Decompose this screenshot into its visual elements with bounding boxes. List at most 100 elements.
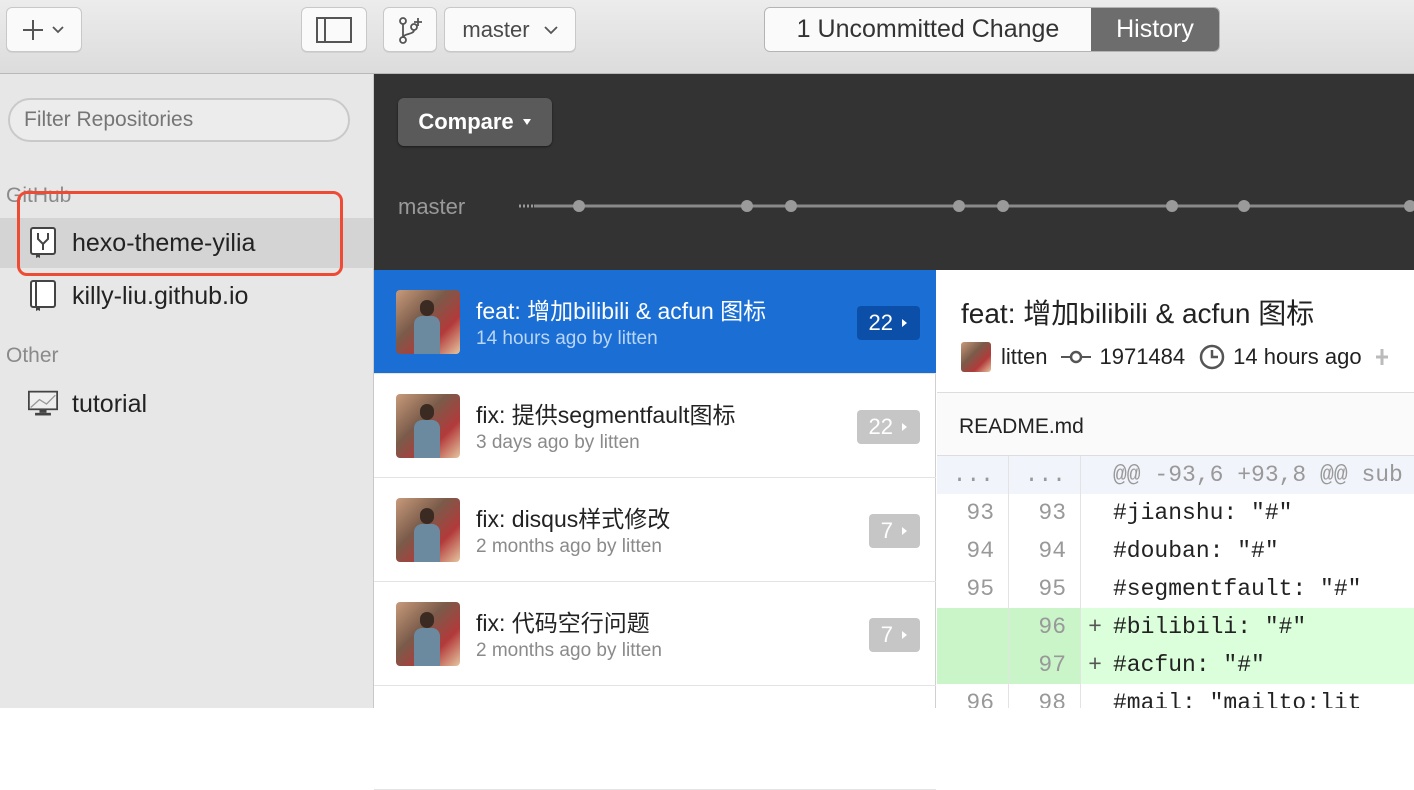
new-line-number: 97 <box>1009 646 1081 684</box>
commit-node[interactable] <box>741 200 753 212</box>
changed-files-count: 7 <box>880 518 893 543</box>
commit-node[interactable] <box>1166 200 1178 212</box>
commit-row[interactable]: fix: 代码空行问题 2 months ago by litten 7 <box>374 582 936 686</box>
new-line-number: 93 <box>1009 494 1081 532</box>
commit-list: feat: 增加bilibili & acfun 图标 14 hours ago… <box>374 270 936 790</box>
changed-files-badge[interactable]: 7 <box>868 514 920 548</box>
commit-title: fix: 代码空行问题 <box>476 610 650 636</box>
diff-view: ...... @@ -93,6 +93,8 @@ sub 93 93 #jianshu… <box>937 456 1414 708</box>
diff-line-added: 96 + #bilibili: "#" <box>937 608 1414 646</box>
new-line-number: 94 <box>1009 532 1081 570</box>
diff-code: #bilibili: "#" <box>1113 614 1307 640</box>
changed-files-badge[interactable]: 22 <box>856 306 920 340</box>
commit-node[interactable] <box>573 200 585 212</box>
monitor-icon <box>28 388 58 420</box>
diff-code: #jianshu: "#" <box>1113 500 1293 526</box>
sidebar-item-killy-liu-github-io[interactable]: killy-liu.github.io <box>0 271 373 321</box>
diff-code: #mail: "mailto:lit <box>1113 690 1362 708</box>
repository-sidebar: GitHub hexo-theme-yilia killy-liu.github… <box>0 74 374 708</box>
changed-files-count: 22 <box>868 310 893 335</box>
changed-files-count: 22 <box>868 414 893 439</box>
old-line-number: 94 <box>937 532 1009 570</box>
old-line-number: 93 <box>937 494 1009 532</box>
commit-detail-title: feat: 增加bilibili & acfun 图标 <box>961 298 1315 329</box>
tab-history[interactable]: History <box>1091 8 1219 51</box>
commit-node[interactable] <box>785 200 797 212</box>
diff-code: #segmentfault: "#" <box>1113 576 1362 602</box>
create-branch-button[interactable] <box>383 7 437 52</box>
chevron-down-icon <box>543 25 558 34</box>
branch-select[interactable]: master <box>444 7 576 52</box>
commit-icon <box>1061 350 1092 364</box>
timeline-branch-label: master <box>398 194 466 219</box>
view-mode-segmented-control: 1 Uncommitted Change History <box>764 7 1220 52</box>
commit-node[interactable] <box>953 200 965 212</box>
commit-node[interactable] <box>1404 200 1414 212</box>
clock-icon <box>1199 344 1225 370</box>
compare-button[interactable]: Compare <box>398 98 552 146</box>
branch-select-label: master <box>462 16 530 42</box>
commit-meta: 3 days ago by litten <box>476 432 640 453</box>
old-line-number: 95 <box>937 570 1009 608</box>
old-line-number <box>937 646 1009 684</box>
new-line-number: ... <box>1009 456 1081 494</box>
toggle-sidebar-button[interactable] <box>301 7 367 52</box>
compare-button-label: Compare <box>418 109 514 134</box>
diff-line: 93 93 #jianshu: "#" <box>937 494 1414 532</box>
diff-file-name: README.md <box>959 415 1084 438</box>
commit-graph <box>519 200 1414 212</box>
caret-right-icon <box>902 527 907 535</box>
commit-row[interactable] <box>374 686 936 790</box>
plus-icon <box>23 19 64 40</box>
diff-line: 96 98 #mail: "mailto:lit <box>937 684 1414 708</box>
new-line-number: 96 <box>1009 608 1081 646</box>
sidebar-item-label: killy-liu.github.io <box>72 281 249 310</box>
commit-row[interactable]: fix: disqus样式修改 2 months ago by litten 7 <box>374 478 936 582</box>
avatar <box>396 290 460 354</box>
toolbar: master 1 Uncommitted Change History <box>0 0 1414 74</box>
changed-files-count: 7 <box>880 622 893 647</box>
avatar <box>961 342 991 372</box>
caret-right-icon <box>902 423 907 431</box>
commit-node[interactable] <box>1238 200 1250 212</box>
changed-files-badge[interactable]: 22 <box>856 410 920 444</box>
avatar <box>396 498 460 562</box>
old-line-number: 96 <box>937 684 1009 708</box>
diff-sign: + <box>1088 652 1102 678</box>
filter-repositories-input[interactable] <box>8 98 350 142</box>
avatar <box>396 602 460 666</box>
add-repository-button[interactable] <box>6 7 82 52</box>
diff-line: 95 95 #segmentfault: "#" <box>937 570 1414 608</box>
selection-highlight-annotation <box>17 191 343 276</box>
commit-detail: feat: 增加bilibili & acfun 图标 litten 19714… <box>937 270 1414 708</box>
new-line-number: 98 <box>1009 684 1081 708</box>
diff-line-added: 97 + #acfun: "#" <box>937 646 1414 684</box>
branch-icon <box>399 16 422 44</box>
diff-sign: + <box>1088 614 1102 640</box>
commit-meta: 2 months ago by litten <box>476 640 662 661</box>
branch-timeline: Compare master <box>374 74 1414 270</box>
old-line-number <box>937 608 1009 646</box>
repo-book-icon <box>28 280 58 312</box>
commit-title: fix: disqus样式修改 <box>476 506 671 532</box>
sidebar-item-tutorial[interactable]: tutorial <box>0 379 373 429</box>
new-line-number: 95 <box>1009 570 1081 608</box>
section-header-other: Other <box>6 344 59 367</box>
commit-row[interactable]: fix: 提供segmentfault图标 3 days ago by litt… <box>374 374 936 478</box>
tab-uncommitted-changes[interactable]: 1 Uncommitted Change <box>765 8 1091 51</box>
caret-down-icon <box>522 119 531 125</box>
old-line-number: ... <box>937 456 1009 494</box>
diff-code: #acfun: "#" <box>1113 652 1265 678</box>
changed-files-badge[interactable]: 7 <box>868 618 920 652</box>
diff-hunk-header: ...... @@ -93,6 +93,8 @@ sub <box>937 456 1414 494</box>
diff-file-header[interactable]: README.md <box>937 392 1414 456</box>
commit-title: fix: 提供segmentfault图标 <box>476 402 736 428</box>
commit-row[interactable]: feat: 增加bilibili & acfun 图标 14 hours ago… <box>374 270 936 374</box>
diff-code: #douban: "#" <box>1113 538 1279 564</box>
commit-sha[interactable]: 1971484 <box>1099 344 1185 370</box>
commit-node[interactable] <box>997 200 1009 212</box>
diff-line: 94 94 #douban: "#" <box>937 532 1414 570</box>
caret-right-icon <box>902 319 907 327</box>
caret-right-icon <box>902 631 907 639</box>
commit-time: 14 hours ago <box>1233 344 1362 369</box>
